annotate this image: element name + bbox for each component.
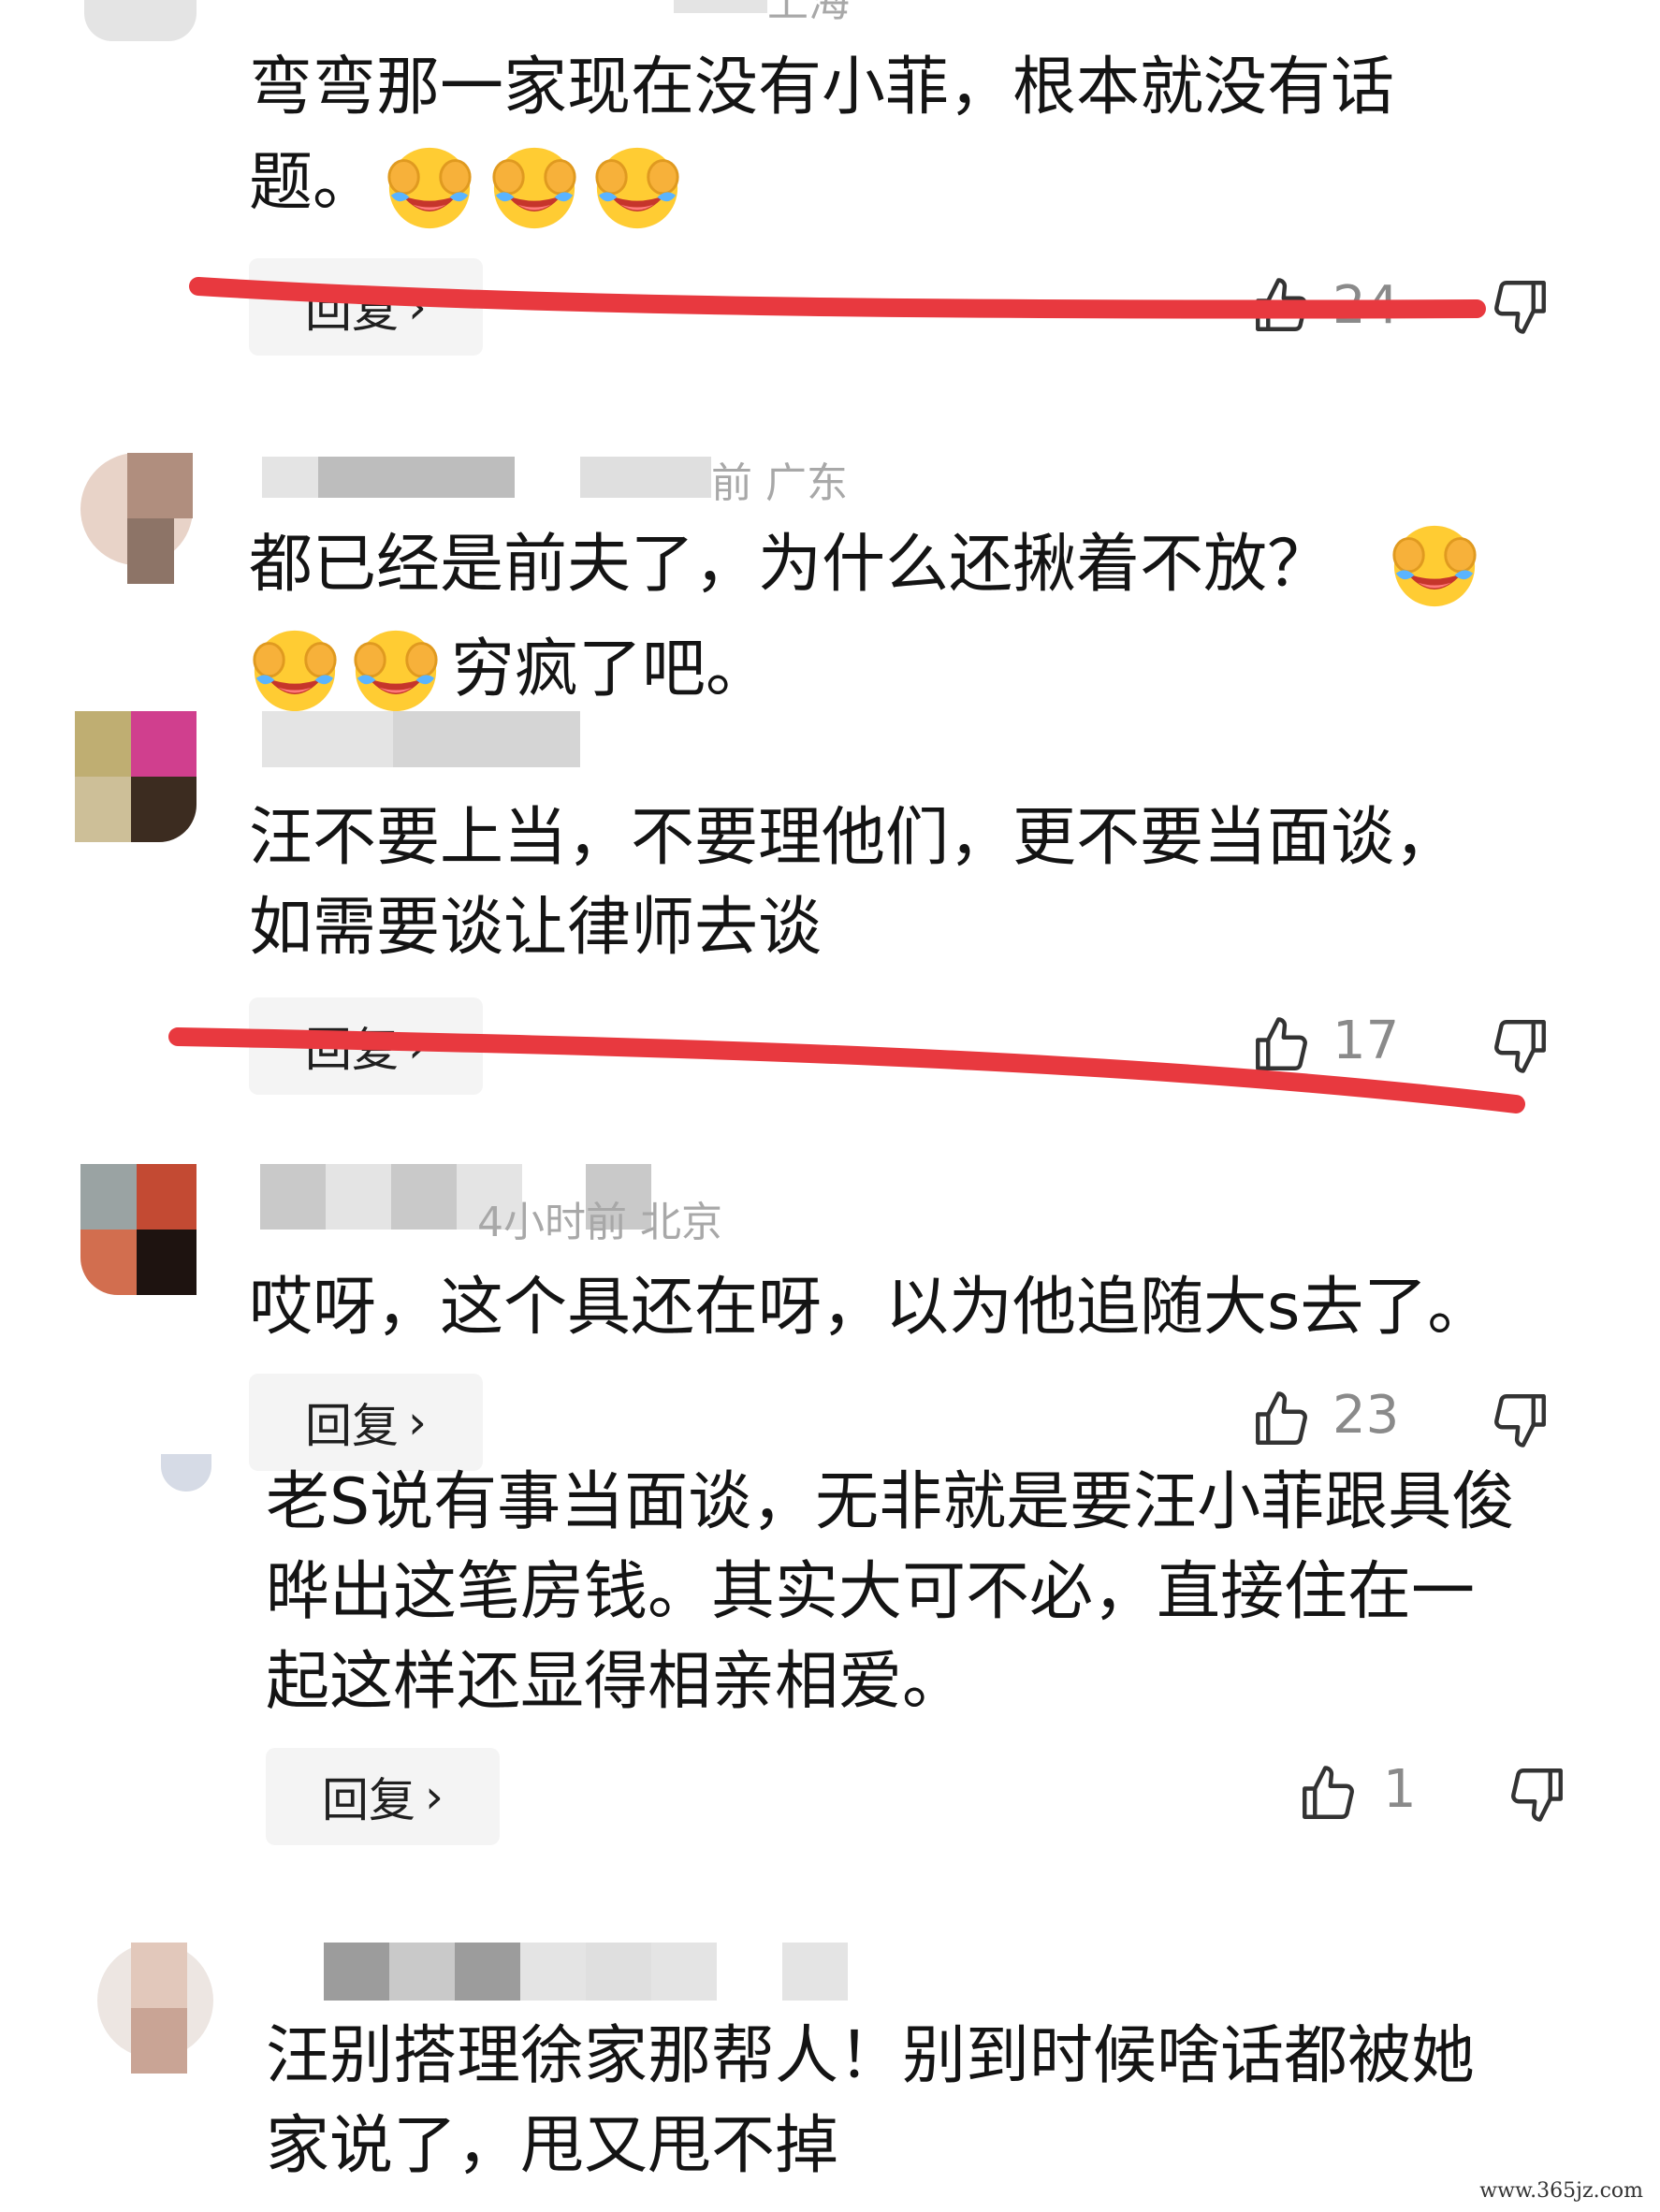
thumbs-down-icon[interactable] xyxy=(1490,1389,1551,1450)
avatar[interactable] xyxy=(80,453,193,584)
thumbs-up-icon[interactable] xyxy=(1250,1014,1312,1076)
username-blurred xyxy=(326,1164,391,1230)
comment-meta: 4小时前 北京 xyxy=(477,1199,722,1246)
reply-label: 回复 xyxy=(305,1399,399,1453)
chevron-right-icon: › xyxy=(408,1019,427,1073)
comment-text-line: 老S说有事当面谈，无非就是要汪小菲跟具俊 xyxy=(266,1465,1516,1539)
laughing-emoji xyxy=(384,140,475,232)
like-count: 17 xyxy=(1332,1011,1400,1071)
thumbs-down-icon[interactable] xyxy=(1490,275,1551,337)
comment-text-line: 起这样还显得相亲相爱。 xyxy=(266,1645,967,1719)
thumbs-up-icon[interactable] xyxy=(1250,1389,1312,1450)
comment-text-line: 弯弯那一家现在没有小菲，根本就没有话 xyxy=(249,51,1395,124)
username-blurred xyxy=(580,457,711,498)
reply-button[interactable]: 回复 › xyxy=(266,1748,500,1845)
username-blurred xyxy=(260,1164,326,1230)
username-blurred xyxy=(389,1943,455,2001)
thumbs-up-icon[interactable] xyxy=(1297,1763,1359,1825)
laughing-emoji xyxy=(249,623,341,715)
reply-label: 回复 xyxy=(322,1773,415,1827)
comment-meta: 前 广东 xyxy=(711,459,848,507)
watermark: www.365jz.com xyxy=(1479,2179,1643,2203)
comment-text-line: 汪不要上当，不要理他们，更不要当面谈， xyxy=(249,801,1459,875)
laughing-emoji xyxy=(350,623,442,715)
username-blurred xyxy=(324,1943,389,2001)
reply-button[interactable]: 回复 › xyxy=(249,997,483,1095)
username-blurred xyxy=(318,457,515,498)
comment-meta: 上海 xyxy=(767,0,850,26)
username-blurred xyxy=(391,1164,457,1230)
reply-button[interactable]: 回复 › xyxy=(249,258,483,356)
avatar[interactable] xyxy=(84,0,197,41)
comment-text-line: 都已经是前夫了，为什么还揪着不放？ xyxy=(249,528,1332,602)
thumbs-down-icon[interactable] xyxy=(1490,1014,1551,1076)
avatar[interactable] xyxy=(161,1454,211,1492)
comment-text-line: 题。 xyxy=(249,146,377,220)
chevron-right-icon: › xyxy=(425,1769,444,1824)
comment-text-line: 如需要谈让律师去谈 xyxy=(249,891,823,965)
username-blurred xyxy=(455,1943,520,2001)
username-blurred xyxy=(520,1943,586,2001)
thumbs-up-icon[interactable] xyxy=(1250,275,1312,337)
avatar[interactable] xyxy=(80,1164,197,1295)
comment-text-line: 汪别搭理徐家那帮人！别到时候啥话都被她 xyxy=(266,2019,1476,2093)
thumbs-down-icon[interactable] xyxy=(1507,1763,1568,1825)
chevron-right-icon: › xyxy=(408,280,427,334)
comment-text-line: 穷疯了吧。 xyxy=(451,633,770,706)
comment-text-line: 家说了，甩又甩不掉 xyxy=(266,2109,839,2183)
username-blurred xyxy=(674,0,767,13)
like-count: 24 xyxy=(1332,275,1400,336)
avatar[interactable] xyxy=(75,711,197,842)
like-count: 1 xyxy=(1383,1759,1417,1820)
username-blurred xyxy=(393,711,580,767)
reply-label: 回复 xyxy=(305,1023,399,1077)
comment-text-line: 哎呀，这个具还在呀，以为他追随大s去了。 xyxy=(249,1271,1492,1345)
comment-text-line: 晔出这笔房钱。其实大可不必，直接住在一 xyxy=(266,1555,1476,1629)
chevron-right-icon: › xyxy=(408,1395,427,1449)
laughing-emoji xyxy=(1389,518,1480,610)
username-blurred xyxy=(651,1943,717,2001)
username-blurred xyxy=(782,1943,848,2001)
avatar[interactable] xyxy=(97,1943,213,2074)
like-count: 23 xyxy=(1332,1385,1400,1446)
reply-label: 回复 xyxy=(305,284,399,338)
laughing-emoji xyxy=(488,140,580,232)
laughing-emoji xyxy=(591,140,683,232)
username-blurred xyxy=(586,1943,651,2001)
